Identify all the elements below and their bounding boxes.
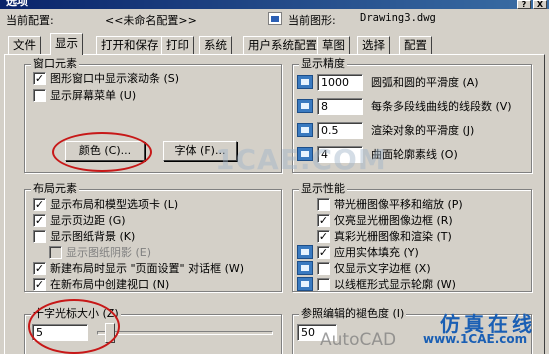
screen-menu-label: 显示屏幕菜单 (U) <box>50 89 137 102</box>
brand-url-watermark: www.1CAE.com <box>423 332 528 346</box>
drawing-setting-icon <box>297 75 313 89</box>
tab-system[interactable]: 系统 <box>199 36 232 54</box>
layout-tabs-label: 显示布局和模型选项卡 (L) <box>50 198 179 211</box>
true-color-label: 真彩光栅图像和渲染 (T) <box>334 230 452 243</box>
text-frame-label: 仅显示文字边框 (X) <box>334 262 431 275</box>
polyline-segments-input[interactable]: 8 <box>317 98 363 115</box>
tab-display[interactable]: 显示 <box>50 33 83 55</box>
drawing-setting-icon <box>297 99 313 113</box>
layout-elements-group: 布局元素 ✓ 显示布局和模型选项卡 (L) ✓ 显示页边距 (G) 显示图纸背景… <box>24 182 282 292</box>
center-watermark: 1CAE.COM <box>215 143 387 176</box>
layout-tabs-checkbox[interactable]: ✓ <box>33 198 46 211</box>
create-viewport-checkbox[interactable]: ✓ <box>33 278 46 291</box>
display-resolution-title: 显示精度 <box>299 57 347 71</box>
tab-plot[interactable]: 打印 <box>161 36 194 54</box>
create-viewport-label: 在新布局中创建视口 (N) <box>50 278 170 291</box>
display-performance-title: 显示性能 <box>299 182 347 196</box>
paper-background-checkbox[interactable] <box>33 230 46 243</box>
help-button[interactable]: ? <box>517 0 531 9</box>
raster-frame-label: 仅亮显光栅图像边框 (R) <box>334 214 453 227</box>
scrollbars-label: 图形窗口中显示滚动条 (S) <box>50 72 180 85</box>
current-profile-label: 当前配置: <box>6 14 54 27</box>
colors-highlight-ring <box>52 132 152 172</box>
page-setup-label: 新建布局时显示 "页面设置" 对话框 (W) <box>50 262 245 275</box>
tab-open-save[interactable]: 打开和保存 <box>96 36 164 54</box>
page-setup-checkbox[interactable]: ✓ <box>33 262 46 275</box>
solid-fill-label: 应用实体填充 (Y) <box>334 246 419 259</box>
drawing-icon <box>268 12 282 25</box>
paper-background-label: 显示图纸背景 (K) <box>50 230 136 243</box>
arc-smoothness-input[interactable]: 1000 <box>317 74 363 91</box>
paper-shadow-label: 显示图纸阴影 (E) <box>66 246 152 259</box>
current-profile-value: <<未命名配置>> <box>105 14 197 27</box>
tab-user-preferences[interactable]: 用户系统配置 <box>243 36 322 54</box>
tab-files[interactable]: 文件 <box>8 36 41 54</box>
arc-smoothness-label: 圆弧和圆的平滑度 (A) <box>371 76 479 89</box>
xref-fading-title: 参照编辑的褪色度 (I) <box>299 307 407 321</box>
drawing-setting-icon <box>297 123 313 137</box>
layout-elements-title: 布局元素 <box>31 182 79 196</box>
tab-selection[interactable]: 选择 <box>357 36 390 54</box>
raster-pan-zoom-checkbox[interactable] <box>317 198 330 211</box>
window-title: 选项 <box>6 0 28 8</box>
close-button[interactable]: X <box>533 0 547 9</box>
tab-drafting[interactable]: 草图 <box>317 36 350 54</box>
drawing-setting-icon <box>297 245 313 259</box>
crosshair-slider-track[interactable] <box>97 331 273 335</box>
silhouette-wireframe-label: 以线框形式显示轮廓 (W) <box>334 278 456 291</box>
tab-profiles[interactable]: 配置 <box>399 36 432 54</box>
wechat-watermark: AutoCAD <box>320 330 397 350</box>
scrollbars-checkbox[interactable]: ✓ <box>33 72 46 85</box>
render-smoothness-label: 渲染对象的平滑度 (J) <box>371 124 475 137</box>
title-bar: 选项 ? X <box>0 0 549 9</box>
text-frame-checkbox[interactable] <box>317 262 330 275</box>
current-drawing-label: 当前图形: <box>288 14 336 27</box>
printable-area-checkbox[interactable]: ✓ <box>33 214 46 227</box>
printable-area-label: 显示页边距 (G) <box>50 214 126 227</box>
display-performance-group: 显示性能 带光栅图像平移和缩放 (P) ✓ 仅亮显光栅图像边框 (R) ✓ 真彩… <box>292 182 532 292</box>
render-smoothness-input[interactable]: 0.5 <box>317 122 363 139</box>
polyline-segments-label: 每条多段线曲线的线段数 (V) <box>371 100 512 113</box>
drawing-setting-icon <box>297 261 313 275</box>
raster-frame-checkbox[interactable]: ✓ <box>317 214 330 227</box>
silhouette-wireframe-checkbox[interactable] <box>317 278 330 291</box>
window-elements-title: 窗口元素 <box>31 57 79 71</box>
drawing-setting-icon <box>297 277 313 291</box>
screen-menu-checkbox[interactable] <box>33 89 46 102</box>
crosshair-highlight-ring <box>28 299 120 354</box>
true-color-checkbox[interactable]: ✓ <box>317 230 330 243</box>
paper-shadow-checkbox[interactable] <box>49 246 62 259</box>
raster-pan-zoom-label: 带光栅图像平移和缩放 (P) <box>334 198 463 211</box>
current-drawing-value: Drawing3.dwg <box>360 12 436 24</box>
solid-fill-checkbox[interactable]: ✓ <box>317 246 330 259</box>
